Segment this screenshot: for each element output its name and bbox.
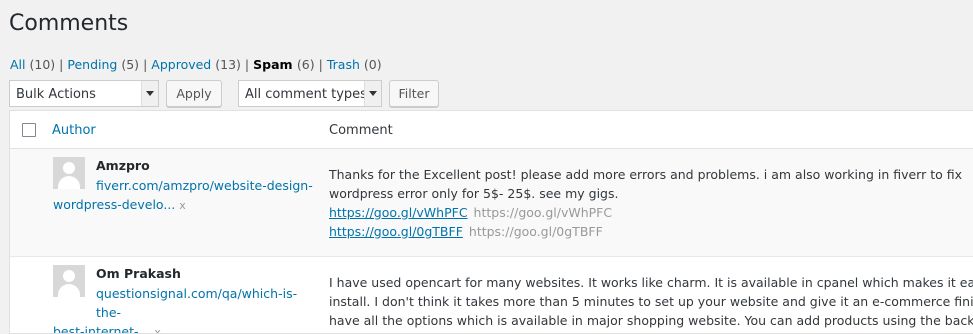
comment-author-url: fiverr.com/amzpro/website-design- wordpr… — [53, 176, 313, 215]
comment-type-value: All comment types — [245, 87, 367, 102]
author-url-link[interactable]: questionsignal.com/qa/which-is-the- — [53, 284, 313, 322]
author-url-link-cont[interactable]: best-internet-... — [53, 324, 150, 333]
comment-line: wordpress error only for 5$- 25$. see my… — [329, 186, 619, 201]
chevron-down-icon — [364, 81, 381, 106]
separator: | — [143, 57, 148, 72]
table-row: Om Prakash questionsignal.com/qa/which-i… — [10, 257, 973, 333]
comment-link-row: https://goo.gl/vWhPFC https://goo.gl/vWhP… — [329, 203, 969, 222]
bulk-actions-select[interactable]: Bulk Actions — [9, 80, 159, 107]
author-column-sort[interactable]: Author — [52, 123, 96, 138]
separator: | — [318, 57, 323, 72]
comment-link[interactable]: https://goo.gl/0gTBFF — [329, 224, 463, 239]
comment-author-name: Amzpro — [96, 158, 150, 173]
filter-approved-label: Approved — [151, 57, 212, 72]
separator: | — [59, 57, 64, 72]
filter-all-label: All — [10, 57, 26, 72]
comment-line: have all the options which is available … — [329, 313, 973, 328]
filter-spam-count: (6) — [296, 57, 315, 72]
comment-author-name: Om Prakash — [96, 266, 181, 281]
filter-trash-label: Trash — [326, 57, 360, 72]
filter-spam-link[interactable]: Spam (6) — [253, 57, 315, 72]
comment-column-header: Comment — [329, 123, 393, 138]
table-row: Amzpro fiverr.com/amzpro/website-design-… — [10, 149, 973, 257]
comment-body: I have used opencart for many websites. … — [329, 273, 973, 330]
comment-author-url: questionsignal.com/qa/which-is-the- best… — [53, 284, 313, 333]
comments-table: Author Comment Amzpro fiverr.com/amzpro/… — [9, 110, 973, 334]
filter-trash-count: (0) — [363, 57, 382, 72]
comment-line: I have used opencart for many websites. … — [329, 275, 973, 290]
filter-all-link[interactable]: All (10) — [10, 57, 55, 72]
comment-type-select[interactable]: All comment types — [238, 80, 382, 107]
author-url-link[interactable]: fiverr.com/amzpro/website-design- — [53, 176, 313, 195]
filter-approved-count: (13) — [215, 57, 241, 72]
filter-trash-link[interactable]: Trash (0) — [327, 57, 382, 72]
author-url-link-cont[interactable]: wordpress-develo... — [53, 197, 175, 212]
comment-link-text: https://goo.gl/0gTBFF — [468, 224, 603, 239]
comment-line: install. I don't think it takes more tha… — [329, 294, 973, 309]
filter-button[interactable]: Filter — [389, 80, 439, 107]
remove-url-icon[interactable]: x — [154, 326, 161, 333]
comment-link[interactable]: https://goo.gl/vWhPFC — [329, 205, 468, 220]
filter-pending-count: (5) — [121, 57, 140, 72]
filter-pending-link[interactable]: Pending (5) — [67, 57, 139, 72]
page-title: Comments — [9, 11, 129, 36]
separator: | — [244, 57, 250, 72]
bulk-actions-value: Bulk Actions — [16, 87, 96, 102]
apply-button[interactable]: Apply — [166, 80, 222, 107]
filter-pending-label: Pending — [67, 57, 118, 72]
comment-line: Thanks for the Excellent post! please ad… — [329, 167, 963, 182]
remove-url-icon[interactable]: x — [179, 199, 186, 212]
comment-body: Thanks for the Excellent post! please ad… — [329, 165, 969, 241]
filter-spam-label: Spam — [253, 57, 293, 72]
filter-all-count: (10) — [29, 57, 56, 72]
comment-link-row: https://goo.gl/0gTBFF https://goo.gl/0gTB… — [329, 222, 969, 241]
comment-link-text: https://goo.gl/vWhPFC — [473, 205, 613, 220]
filter-approved-link[interactable]: Approved (13) — [151, 57, 241, 72]
table-header: Author Comment — [10, 111, 973, 149]
status-filter-links: All (10) | Pending (5) | Approved (13) | Spam … — [10, 57, 382, 72]
select-all-checkbox[interactable] — [22, 123, 36, 137]
chevron-down-icon — [141, 81, 158, 106]
